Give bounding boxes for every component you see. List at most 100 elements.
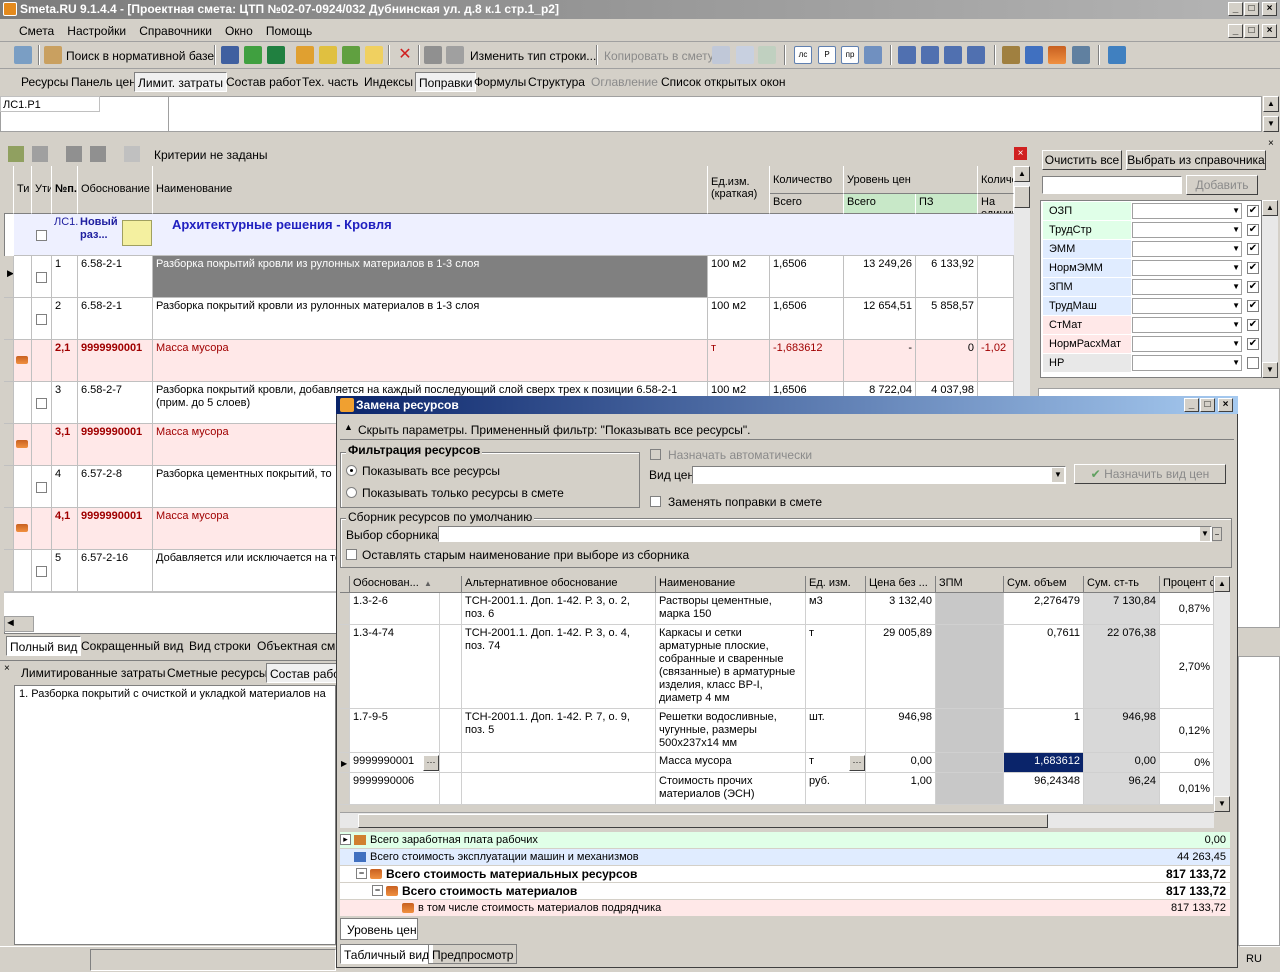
row-checkbox[interactable]	[36, 398, 47, 409]
assign-auto-checkbox[interactable]	[650, 449, 661, 460]
resources-scrollbar[interactable]	[1214, 576, 1230, 812]
child-minimize-button[interactable]: _	[1228, 24, 1243, 38]
params-scroll-up[interactable]: ▲	[1262, 200, 1278, 216]
tab-estimate-resources[interactable]: Сметные ресурсы	[164, 663, 270, 683]
param-value-select[interactable]: ▼	[1132, 222, 1242, 238]
outdent-icon[interactable]	[921, 46, 939, 64]
param-checkbox[interactable]: ✔	[1247, 338, 1259, 350]
comment-icon[interactable]	[365, 46, 383, 64]
child-close-button[interactable]: ×	[1262, 24, 1277, 38]
copy-to-smeta-button[interactable]: Копировать в смету	[604, 49, 714, 63]
header-name[interactable]: Наименование	[656, 576, 806, 593]
row-checkbox[interactable]	[36, 314, 47, 325]
menu-smeta[interactable]: Смета	[14, 20, 59, 42]
ellipsis-button[interactable]: ···	[423, 755, 439, 771]
filter-icon[interactable]	[124, 146, 140, 162]
tab-short-view[interactable]: Сокращенный вид	[78, 636, 186, 656]
type-icon[interactable]	[446, 46, 464, 64]
collapse-icon[interactable]: −	[372, 885, 383, 896]
replace-corr-checkbox[interactable]	[650, 496, 661, 507]
param-value-select[interactable]: ▼	[1132, 355, 1242, 371]
param-value-select[interactable]: ▼	[1132, 279, 1242, 295]
grid-layout-icon[interactable]	[32, 146, 48, 162]
clear-all-button[interactable]: Очистить все	[1042, 150, 1122, 170]
print-icon[interactable]	[424, 46, 442, 64]
expand-icon[interactable]: ▸	[340, 834, 351, 845]
scroll-down-arrow[interactable]: ▼	[1263, 116, 1279, 132]
r-icon[interactable]: Р	[818, 46, 836, 64]
summary-row[interactable]: Всего стоимость эксплуатации машин и мех…	[340, 849, 1230, 865]
change-row-type-button[interactable]: Изменить тип строки...	[470, 49, 596, 63]
tree-icon[interactable]	[14, 46, 32, 64]
menu-references[interactable]: Справочники	[134, 20, 217, 42]
grid-view-icon[interactable]	[8, 146, 24, 162]
resources-scroll-down[interactable]: ▼	[1214, 796, 1230, 812]
indent-icon[interactable]	[898, 46, 916, 64]
row-header[interactable]	[4, 508, 14, 549]
grid-scroll-up[interactable]: ▲	[1014, 166, 1030, 182]
resources-hscroll[interactable]	[340, 812, 1214, 828]
header-percent[interactable]: Процент с	[1160, 576, 1214, 593]
param-select[interactable]	[1042, 176, 1182, 194]
dialog-maximize-button[interactable]: □	[1200, 398, 1215, 412]
param-checkbox[interactable]: ✔	[1247, 243, 1259, 255]
truck-icon[interactable]	[1025, 46, 1043, 64]
tab-open-windows[interactable]: Список открытых окон	[658, 72, 789, 92]
row-header[interactable]	[4, 382, 14, 423]
layers-icon[interactable]	[1108, 46, 1126, 64]
price-level-tab[interactable]: Уровень цен	[340, 918, 418, 940]
header-zpm[interactable]: ЗПМ	[936, 576, 1004, 593]
address-field[interactable]: ЛС1.Р1	[0, 96, 100, 112]
params-scrollbar[interactable]	[1262, 200, 1278, 378]
arrow-down-icon[interactable]	[90, 146, 106, 162]
ls-icon[interactable]: лс	[794, 46, 812, 64]
collection-select[interactable]	[438, 526, 1212, 542]
row-header[interactable]	[4, 550, 14, 591]
header-sum-cost[interactable]: Сум. ст-ть	[1084, 576, 1160, 593]
hammer-icon[interactable]	[1002, 46, 1020, 64]
row-checkbox[interactable]	[36, 566, 47, 577]
param-checkbox[interactable]: ✔	[1247, 224, 1259, 236]
menu-settings[interactable]: Настройки	[62, 20, 131, 42]
collapse-icon[interactable]: −	[356, 868, 367, 879]
param-value-select[interactable]: ▼	[1132, 317, 1242, 333]
list-icon[interactable]	[864, 46, 882, 64]
summary-row[interactable]: Всего заработная плата рабочих 0,00 ▸	[340, 832, 1230, 848]
param-checkbox[interactable]: ✔	[1247, 319, 1259, 331]
summary-row[interactable]: Всего стоимость материалов 817 133,72 −	[340, 883, 1230, 899]
h-scroll-left[interactable]: ◄	[4, 616, 34, 632]
menu-help[interactable]: Помощь	[261, 20, 317, 42]
search-norm-base-button[interactable]: Поиск в нормативной базе	[66, 49, 214, 63]
param-checkbox[interactable]	[1247, 357, 1259, 369]
tab-work-comp[interactable]: Состав рабо	[266, 663, 344, 683]
scroll-up-arrow[interactable]: ▲	[1263, 96, 1279, 112]
assign-price-button[interactable]: ✔ Назначить вид цен	[1074, 464, 1226, 484]
search-icon[interactable]	[44, 46, 62, 64]
collection-dropdown-icon[interactable]: ▼	[1200, 527, 1210, 541]
minimize-button[interactable]: _	[1228, 2, 1243, 16]
tab-formulas[interactable]: Формулы	[471, 72, 529, 92]
maximize-button[interactable]: □	[1244, 2, 1259, 16]
close-button[interactable]: ×	[1262, 2, 1277, 16]
tab-tech-part[interactable]: Тех. часть	[299, 72, 361, 92]
params-scroll-down[interactable]: ▼	[1262, 362, 1278, 378]
save-icon[interactable]	[221, 46, 239, 64]
param-value-select[interactable]: ▼	[1132, 260, 1242, 276]
radio-show-smeta-label[interactable]: Показывать только ресурсы в смете	[362, 486, 564, 500]
row-checkbox[interactable]	[36, 230, 47, 241]
pr-icon[interactable]: пр	[841, 46, 859, 64]
radio-show-all-label[interactable]: Показывать все ресурсы	[362, 464, 500, 478]
row-header[interactable]	[4, 340, 14, 381]
add-button[interactable]: Добавить	[1186, 175, 1258, 195]
tab-indexes[interactable]: Индексы	[361, 72, 416, 92]
param-value-select[interactable]: ▼	[1132, 203, 1242, 219]
radio-show-all[interactable]	[346, 465, 357, 476]
paste-icon[interactable]	[736, 46, 754, 64]
tab-corrections[interactable]: Поправки	[415, 72, 477, 92]
materials-icon[interactable]	[1048, 46, 1066, 64]
resources-scroll-up[interactable]: ▲	[1214, 576, 1230, 592]
resources-hscroll-thumb[interactable]	[358, 814, 1048, 828]
refresh-icon[interactable]	[244, 46, 262, 64]
tab-table-view[interactable]: Табличный вид	[340, 944, 434, 964]
tab-limit-costs[interactable]: Лимит. затраты	[134, 72, 227, 92]
